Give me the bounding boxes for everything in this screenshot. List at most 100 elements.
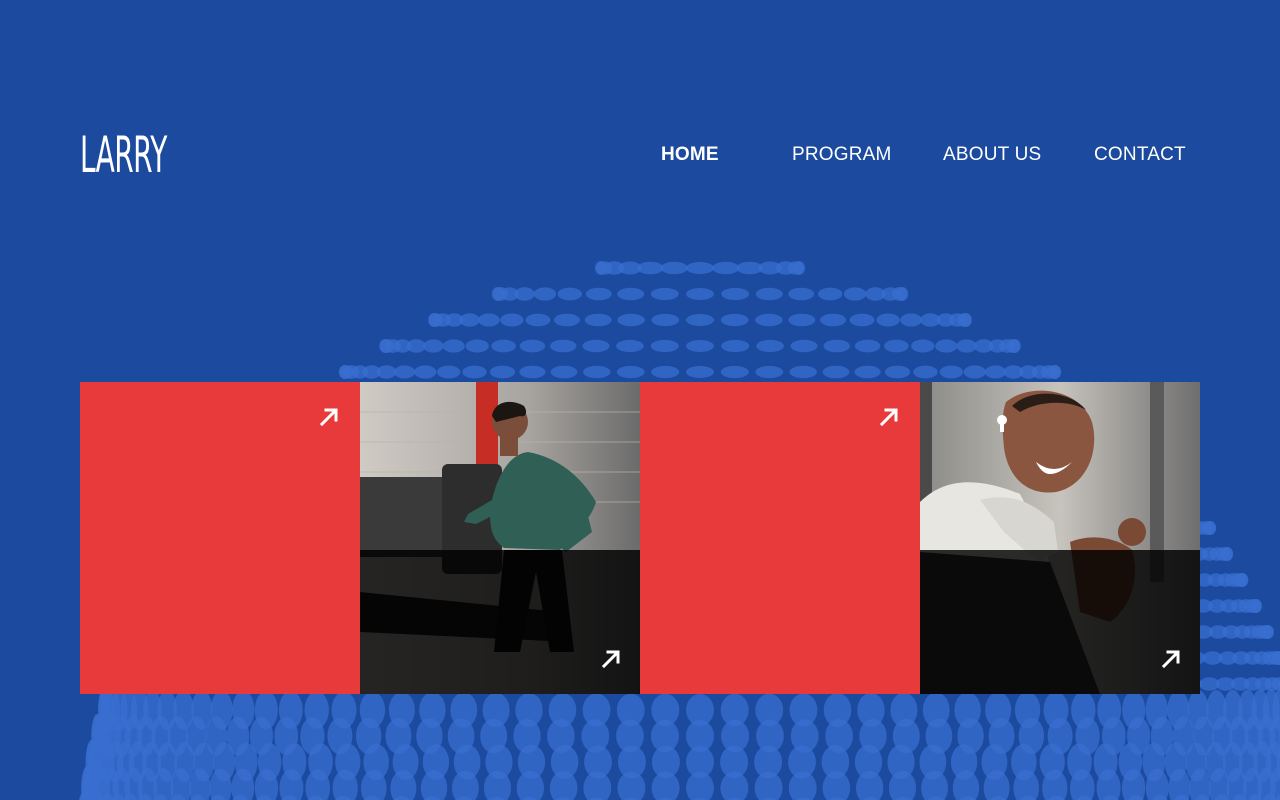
decor-dot (519, 339, 546, 353)
card-red-2[interactable] (640, 382, 920, 694)
decor-dot (651, 365, 680, 379)
decor-dot (843, 287, 867, 301)
decor-dot (911, 339, 935, 353)
decor-dot (465, 339, 489, 353)
decor-dot (1049, 365, 1062, 379)
decor-dot (1204, 521, 1217, 535)
decor-dot (854, 365, 881, 379)
decor-dot (583, 365, 611, 379)
decor-dot (442, 339, 465, 353)
decor-dot (721, 339, 750, 353)
decor-dot (1250, 599, 1262, 613)
decor-dot (822, 365, 850, 379)
logo[interactable]: LARRY (80, 122, 167, 188)
decor-dot (686, 366, 714, 378)
decor-dot (755, 313, 783, 327)
decor-dot (557, 287, 582, 301)
decor-dot (849, 313, 875, 327)
decor-dot (582, 339, 610, 353)
nav-program[interactable]: PROGRAM (792, 144, 892, 166)
decor-dot (394, 365, 415, 379)
decor-dot (963, 365, 986, 379)
decor-dot (854, 339, 881, 353)
decor-dot (1262, 625, 1274, 639)
card-red-1[interactable] (80, 382, 360, 694)
decor-dot (617, 287, 645, 301)
decor-dot (790, 339, 818, 353)
decor-dot (651, 313, 680, 327)
arrow-up-right-icon[interactable] (318, 406, 340, 428)
decor-dot (519, 365, 546, 379)
decor-dot (376, 365, 397, 379)
nav-about-us[interactable]: ABOUT US (943, 144, 1041, 166)
decor-dot (533, 287, 557, 301)
decor-dot (818, 287, 843, 301)
decor-dot (720, 771, 749, 800)
decor-dot (686, 772, 714, 800)
decor-dot (550, 339, 577, 353)
decor-dot (900, 313, 922, 327)
decor-dot (793, 261, 806, 275)
decor-dot (491, 339, 516, 353)
decor-dot (550, 365, 578, 379)
decor-dot (884, 365, 911, 379)
decor-dot (514, 287, 535, 301)
decor-dot (686, 314, 714, 326)
arrow-up-right-icon[interactable] (1160, 648, 1182, 670)
arrow-up-right-icon[interactable] (878, 406, 900, 428)
decor-dot (583, 771, 612, 800)
decor-dot (985, 365, 1006, 379)
decor-dot (1236, 573, 1249, 587)
decor-dot (637, 261, 664, 275)
decor-dot (788, 313, 816, 327)
decor-dot (686, 340, 714, 352)
decor-dot (755, 287, 783, 301)
card-photo-running[interactable] (360, 382, 640, 694)
decor-dot (720, 365, 749, 379)
decor-dot (956, 339, 977, 353)
decor-dot (876, 313, 900, 327)
decor-dot (1009, 339, 1021, 353)
decor-dot (755, 365, 784, 379)
decor-dot (616, 339, 644, 353)
decor-dot (789, 365, 817, 379)
card-shade-overlay (920, 550, 1200, 694)
decor-dot (462, 365, 487, 379)
decor-dot (823, 339, 850, 353)
decor-dot (650, 339, 679, 353)
decor-dot (721, 287, 750, 301)
decor-dot (935, 339, 958, 353)
card-photo-flexing[interactable] (920, 382, 1200, 694)
nav-home[interactable]: HOME (661, 144, 719, 166)
arrow-up-right-icon[interactable] (600, 648, 622, 670)
decor-dot (414, 365, 437, 379)
decor-dot (616, 365, 645, 379)
decor-dot (788, 771, 817, 800)
decor-dot (489, 365, 516, 379)
site-header: LARRY HOME PROGRAM ABOUT US CONTACT (0, 0, 1280, 220)
program-cards (80, 382, 1200, 694)
decor-dot (884, 339, 909, 353)
decor-dot (754, 771, 783, 800)
decor-dot (712, 261, 740, 275)
nav-contact[interactable]: CONTACT (1094, 144, 1186, 166)
decor-dot (585, 287, 612, 301)
decor-dot (554, 313, 580, 327)
decor-dot (960, 313, 972, 327)
decor-dot (788, 287, 815, 301)
decor-dot (437, 365, 461, 379)
decor-dot (423, 339, 444, 353)
decor-dot (756, 339, 784, 353)
decor-dot (822, 771, 851, 800)
decor-dot (720, 313, 749, 327)
decor-dot (1221, 547, 1234, 561)
decor-dot (617, 771, 646, 800)
decor-dot (939, 365, 963, 379)
decor-dot (500, 313, 524, 327)
decor-dot (406, 339, 426, 353)
decor-dot (459, 313, 480, 327)
decor-dot (651, 771, 680, 800)
decor-dot (686, 288, 714, 300)
decor-dot (650, 287, 679, 301)
decor-dot (525, 313, 551, 327)
